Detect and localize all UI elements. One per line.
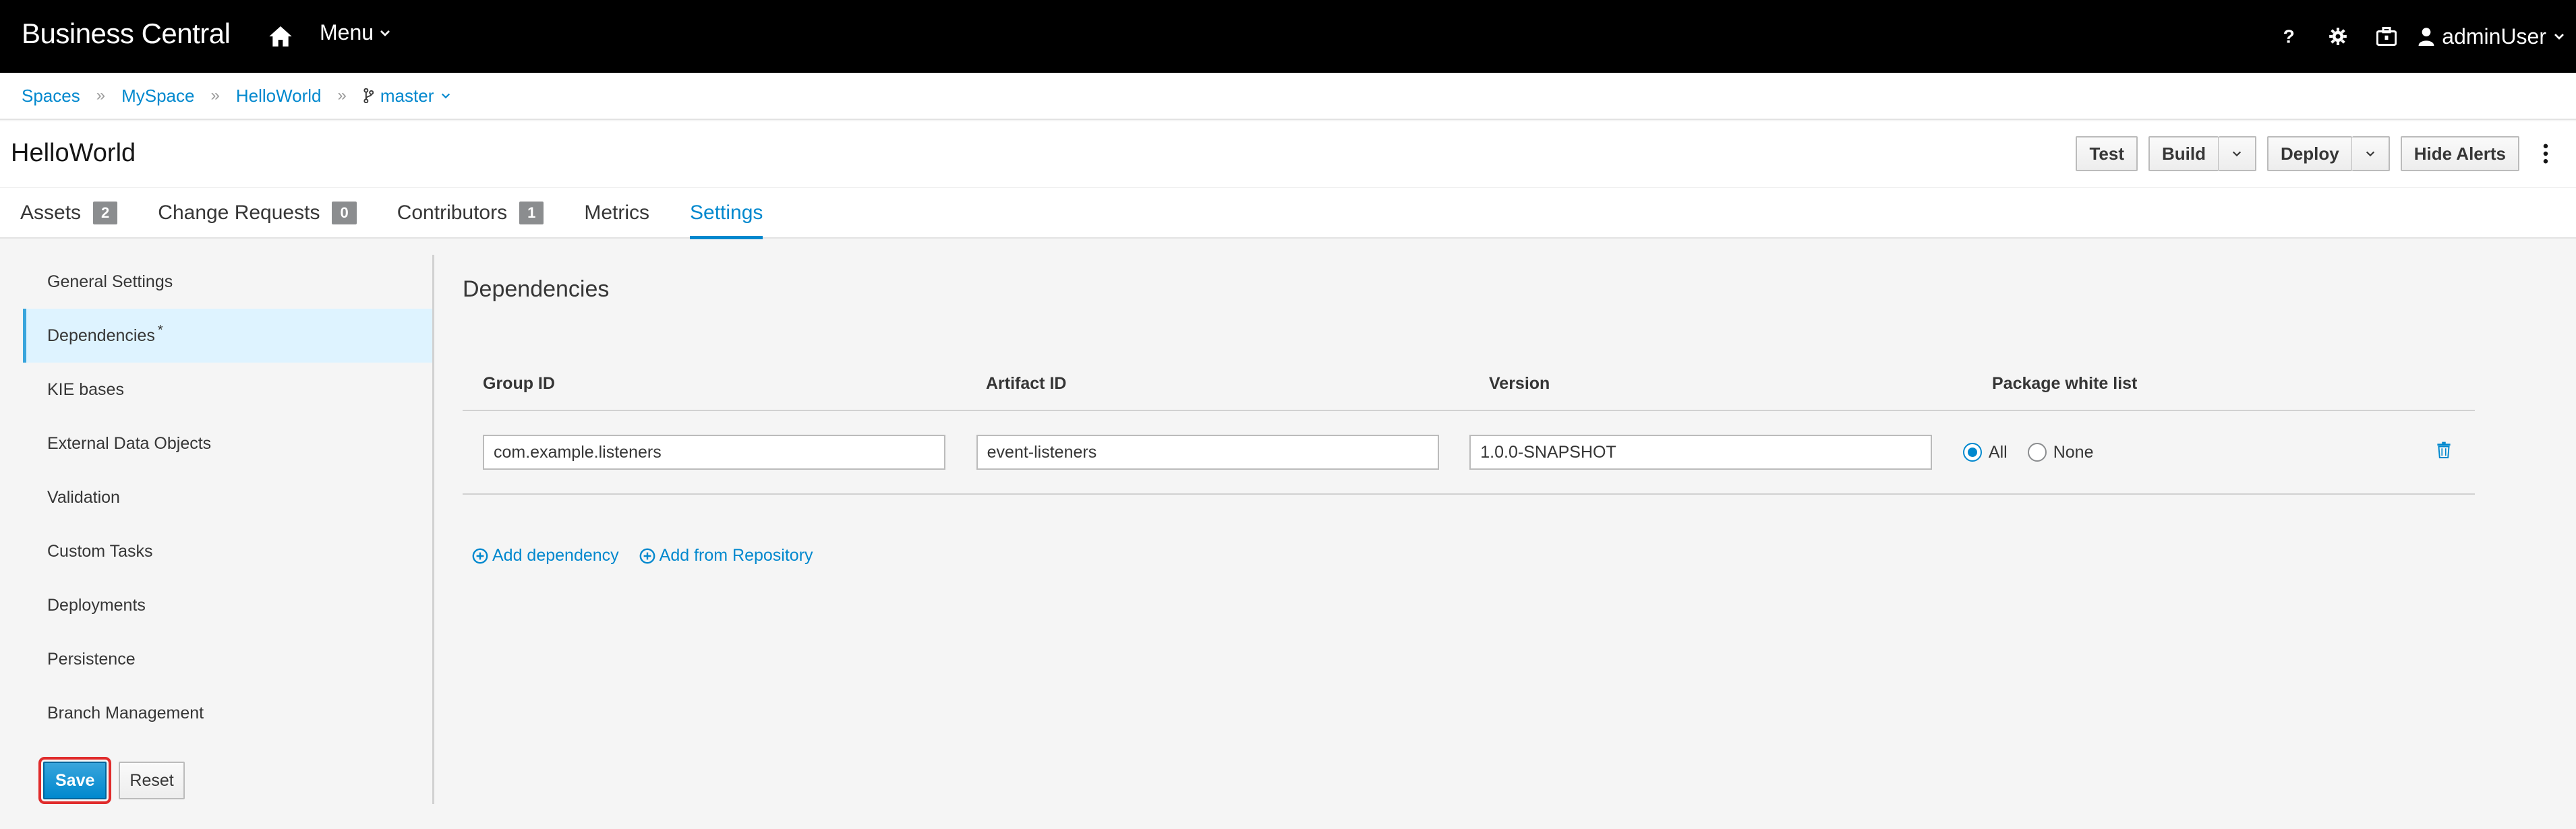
hide-alerts-button[interactable]: Hide Alerts [2400,136,2519,171]
build-button[interactable]: Build [2148,136,2219,171]
test-button[interactable]: Test [2076,136,2138,171]
briefcase-icon[interactable] [2362,0,2411,73]
column-header-package-white-list: Package white list [1992,373,2138,393]
sidebar-item-validation[interactable]: Validation [23,470,432,524]
sidebar-item-label: Dependencies [47,326,155,345]
tab-assets[interactable]: Assets 2 [20,188,118,238]
top-navbar: Business Central Menu ? adminUser [0,0,2576,73]
branch-selector[interactable]: master [363,86,451,106]
package-white-list-cell: All None [1943,443,2436,462]
trash-icon[interactable] [2436,441,2455,463]
add-dependency-link[interactable]: Add dependency [472,546,619,565]
add-from-repository-label: Add from Repository [659,546,813,565]
group-id-cell [463,435,956,470]
gear-icon[interactable] [2314,0,2362,73]
home-icon[interactable] [267,23,294,50]
plus-circle-icon [639,548,655,563]
column-header-version: Version [1489,373,1550,393]
chevron-down-icon [2554,34,2564,40]
build-split-button: Build [2148,136,2257,171]
breadcrumb-separator: » [96,86,106,104]
save-button[interactable]: Save [38,757,112,804]
chevron-down-icon [380,30,390,36]
tab-metrics[interactable]: Metrics [584,188,649,238]
toolbar: Test Build Deploy Hide Alerts [2076,136,2556,171]
user-icon [2418,28,2434,46]
settings-actions: Save Reset [38,757,185,804]
add-dependency-label: Add dependency [492,546,619,565]
breadcrumb-separator: » [210,86,220,104]
page-title: HelloWorld [11,139,136,167]
breadcrumb: Spaces » MySpace » HelloWorld » master [0,73,2576,120]
sidebar-item-branch-management[interactable]: Branch Management [23,686,432,740]
sidebar-item-external-data-objects[interactable]: External Data Objects [23,417,432,470]
group-id-input[interactable] [483,435,945,470]
whitelist-all-label: All [1988,442,2008,462]
branch-label: master [380,85,434,106]
modified-marker: * [157,322,163,338]
chevron-down-icon [442,93,450,99]
breadcrumb-spaces[interactable]: Spaces [22,86,80,106]
username: adminUser [2442,24,2546,49]
help-icon[interactable]: ? [2265,0,2314,73]
brand-logo[interactable]: Business Central [22,18,231,50]
dependency-actions: Add dependency Add from Repository [472,546,813,565]
sidebar-item-general-settings[interactable]: General Settings [23,255,432,309]
breadcrumb-project[interactable]: HelloWorld [236,86,322,106]
tab-label: Contributors [397,202,508,224]
deploy-split-button: Deploy [2267,136,2390,171]
dependencies-panel: Dependencies Group ID Artifact ID Versio… [463,255,2486,804]
whitelist-none-label: None [2053,442,2094,462]
deploy-button[interactable]: Deploy [2267,136,2352,171]
deploy-dropdown-toggle[interactable] [2351,136,2390,171]
breadcrumb-myspace[interactable]: MySpace [121,86,194,106]
column-header-artifact-id: Artifact ID [986,373,1067,393]
version-cell [1449,435,1943,470]
settings-sidebar: General Settings Dependencies * KIE base… [23,255,434,804]
section-title: Dependencies [463,276,610,302]
svg-text:?: ? [2283,26,2295,47]
sidebar-item-custom-tasks[interactable]: Custom Tasks [23,524,432,578]
project-tabs: Assets 2 Change Requests 0 Contributors … [0,187,2576,239]
table-row: All None [463,411,2475,495]
tab-label: Settings [690,202,763,224]
version-input[interactable] [1469,435,1933,470]
dependencies-table: Group ID Artifact ID Version Package whi… [463,357,2475,495]
menu-dropdown[interactable]: Menu [320,20,391,45]
add-from-repository-link[interactable]: Add from Repository [639,546,813,565]
user-menu[interactable]: adminUser [2411,24,2576,49]
column-header-group-id: Group ID [483,373,555,393]
table-header: Group ID Artifact ID Version Package whi… [463,357,2475,411]
tab-contributors[interactable]: Contributors 1 [397,188,544,238]
count-badge: 2 [93,202,118,224]
breadcrumb-separator: » [337,86,347,104]
count-badge: 1 [519,202,544,224]
build-dropdown-toggle[interactable] [2219,136,2257,171]
reset-button[interactable]: Reset [119,762,185,799]
chevron-down-icon [2366,151,2374,157]
whitelist-none-radio[interactable] [2027,443,2047,462]
artifact-id-input[interactable] [976,435,1439,470]
tab-change-requests[interactable]: Change Requests 0 [158,188,357,238]
plus-circle-icon [472,548,488,563]
branch-icon [363,88,374,103]
tab-label: Assets [20,202,82,224]
chevron-down-icon [2232,151,2242,157]
sidebar-item-kie-bases[interactable]: KIE bases [23,363,432,417]
artifact-id-cell [956,435,1450,470]
menu-label: Menu [320,20,374,44]
sidebar-item-dependencies[interactable]: Dependencies * [23,309,432,363]
sidebar-item-persistence[interactable]: Persistence [23,632,432,686]
kebab-menu-icon[interactable] [2536,136,2556,171]
sidebar-item-deployments[interactable]: Deployments [23,578,432,632]
whitelist-all-radio[interactable] [1962,443,1982,462]
tab-settings[interactable]: Settings [690,188,763,239]
tab-label: Metrics [584,202,650,224]
tab-label: Change Requests [158,202,320,224]
title-bar: HelloWorld Test Build Deploy Hide Alerts [0,121,2576,187]
count-badge: 0 [332,202,357,224]
